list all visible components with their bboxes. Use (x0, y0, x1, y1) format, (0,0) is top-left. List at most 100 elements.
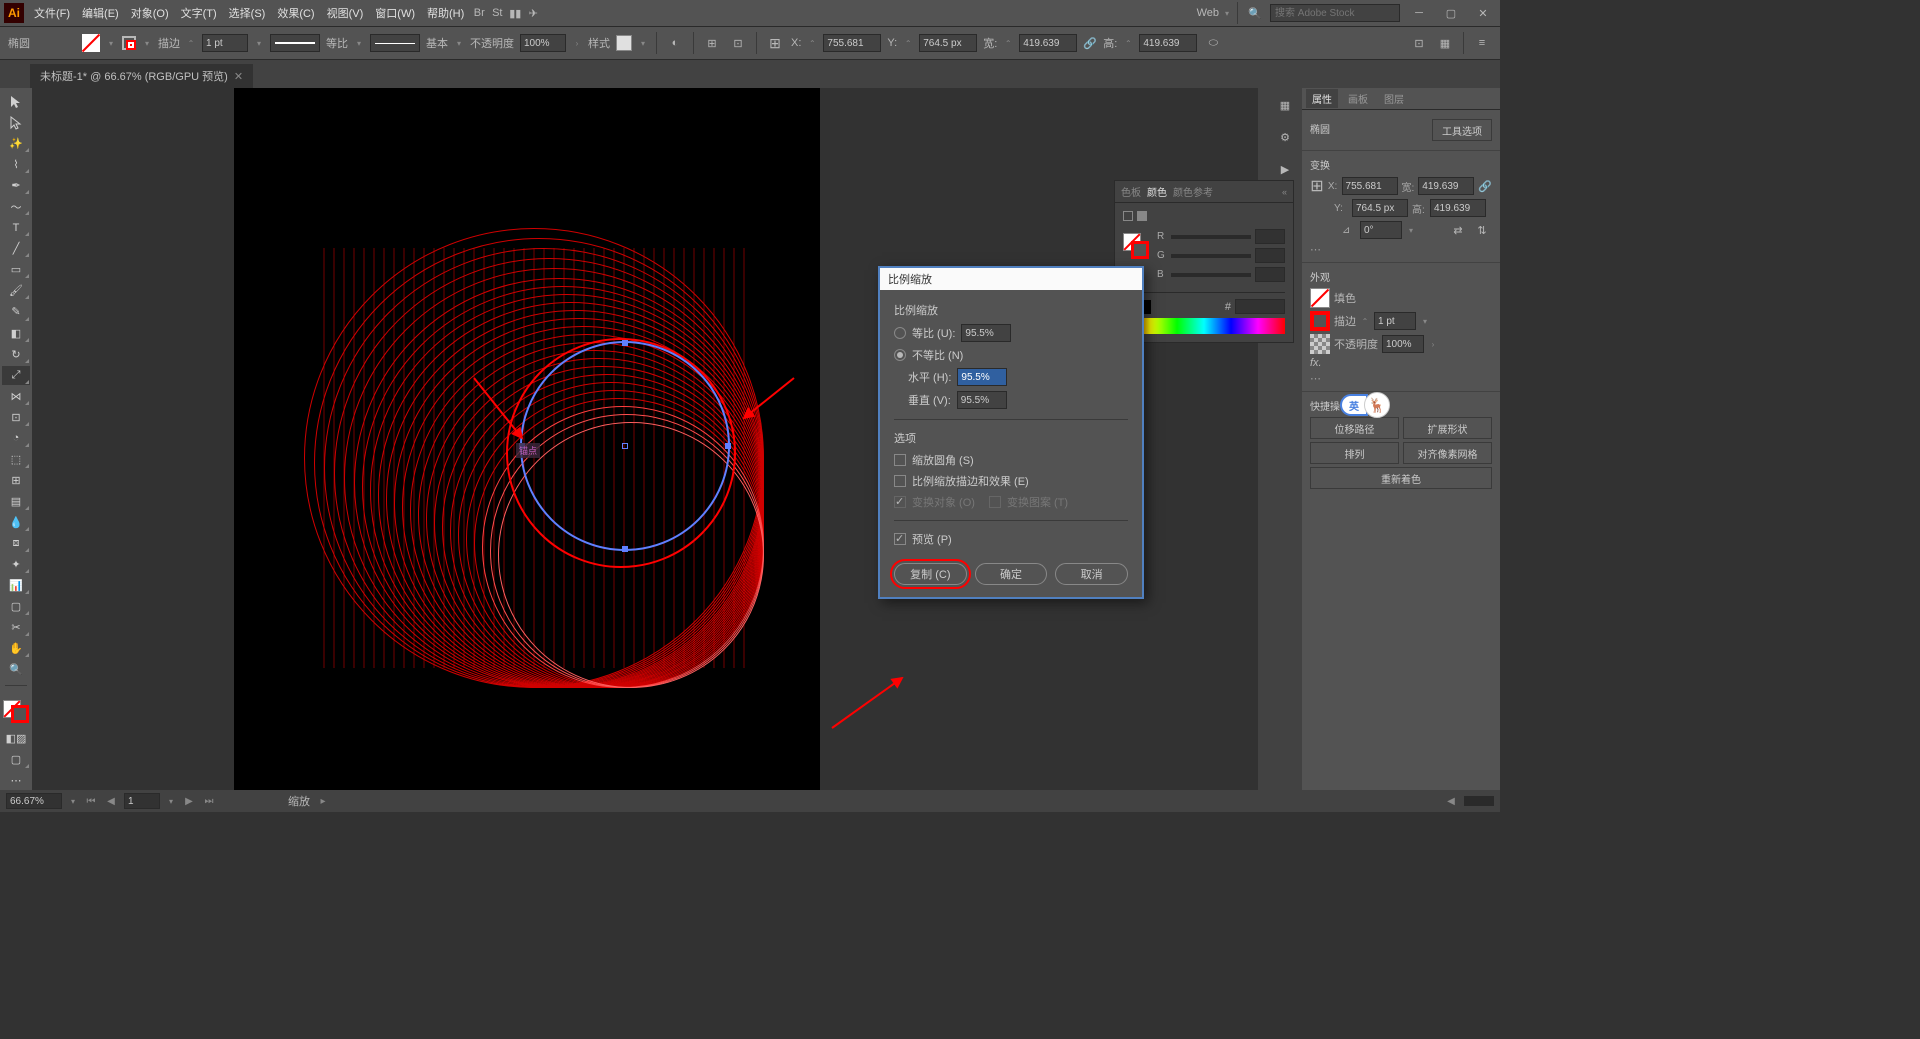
pen-tool[interactable]: ✒ (2, 176, 30, 195)
play-icon[interactable]: ▶ (1274, 158, 1296, 180)
prop-stroke-swatch[interactable] (1310, 311, 1330, 331)
menu-select[interactable]: 选择(S) (223, 5, 272, 21)
prop-x-input[interactable] (1342, 177, 1398, 195)
close-button[interactable]: ✕ (1470, 4, 1496, 22)
ime-indicator[interactable]: 英 🦌 (1340, 392, 1390, 418)
scale-tool[interactable]: ⤢ (2, 366, 30, 385)
link-wh-prop-icon[interactable]: 🔗 (1478, 176, 1492, 196)
g-slider[interactable] (1171, 254, 1251, 258)
screen-mode-tool[interactable]: ▢ (2, 750, 30, 769)
tab-color[interactable]: 颜色 (1147, 184, 1167, 199)
align-pixel-button[interactable]: 对齐像素网格 (1403, 442, 1492, 464)
lasso-tool[interactable]: ⌇ (2, 155, 30, 174)
fill-swatch[interactable] (82, 34, 100, 52)
last-artboard-btn[interactable]: ⏭ (202, 794, 216, 808)
uniform-radio[interactable] (894, 327, 906, 339)
gear-icon[interactable]: ⚙ (1274, 126, 1296, 148)
tab-color-guide[interactable]: 颜色参考 (1173, 184, 1213, 199)
symbol-tool[interactable]: ✦ (2, 555, 30, 574)
menu-type[interactable]: 文字(T) (175, 5, 223, 21)
menu-edit[interactable]: 编辑(E) (76, 5, 125, 21)
zoom-tool[interactable]: 🔍 (2, 660, 30, 679)
r-value[interactable] (1255, 229, 1285, 244)
menu-file[interactable]: 文件(F) (28, 5, 76, 21)
free-transform-tool[interactable]: ⊡ (2, 408, 30, 427)
zoom-combo[interactable]: 66.67% (6, 793, 62, 809)
panel-close-icon[interactable]: « (1282, 187, 1287, 197)
paintbrush-tool[interactable]: 🖌 (2, 281, 30, 300)
menu-help[interactable]: 帮助(H) (421, 5, 470, 21)
isolate-icon[interactable]: ⊡ (1409, 33, 1429, 53)
prop-fill-swatch[interactable] (1310, 288, 1330, 308)
menu-window[interactable]: 窗口(W) (369, 5, 421, 21)
slice-tool[interactable]: ✂ (2, 618, 30, 637)
tab-properties[interactable]: 属性 (1306, 89, 1338, 108)
reference-point-icon[interactable]: ⊞ (765, 33, 785, 53)
color-mode-icon[interactable]: ◧▨ (2, 729, 30, 748)
reference-point-grid[interactable]: ⊞ (1310, 176, 1324, 196)
opacity-input[interactable] (520, 34, 566, 52)
shape-options-icon[interactable]: ⬭ (1203, 33, 1223, 53)
cancel-button[interactable]: 取消 (1055, 563, 1128, 585)
libraries-icon[interactable]: ▦ (1274, 94, 1296, 116)
tab-close-icon[interactable]: ✕ (234, 70, 243, 83)
color-spectrum[interactable] (1123, 318, 1285, 334)
next-artboard-btn[interactable]: ▶ (182, 794, 196, 808)
r-slider[interactable] (1171, 235, 1251, 239)
align-pixel-icon[interactable]: ▦ (1435, 33, 1455, 53)
y-input[interactable] (919, 34, 977, 52)
shaper-tool[interactable]: ✎ (2, 302, 30, 321)
blend-tool[interactable]: ⧈ (2, 534, 30, 553)
rotate-input[interactable] (1360, 221, 1402, 239)
stroke-weight-input[interactable] (202, 34, 248, 52)
uniform-input[interactable] (961, 324, 1011, 342)
preview-check[interactable] (894, 533, 906, 545)
nonuniform-radio[interactable] (894, 349, 906, 361)
search-input[interactable] (1270, 4, 1400, 22)
artboard-nav-input[interactable]: 1 (124, 793, 160, 809)
prop-y-input[interactable] (1352, 199, 1408, 217)
cp-stroke-indicator-icon[interactable] (1137, 211, 1147, 221)
hex-input[interactable] (1235, 299, 1285, 314)
stroke-swatch[interactable] (122, 36, 136, 50)
eyedropper-tool[interactable]: 💧 (2, 513, 30, 532)
bridge-icon[interactable]: Br (470, 4, 488, 22)
ok-button[interactable]: 确定 (975, 563, 1048, 585)
b-value[interactable] (1255, 267, 1285, 282)
flip-h-icon[interactable]: ⇄ (1448, 220, 1468, 240)
transform-icon[interactable]: ⊡ (728, 33, 748, 53)
style-swatch[interactable] (616, 35, 632, 51)
document-tab[interactable]: 未标题-1* @ 66.67% (RGB/GPU 预览) ✕ (30, 64, 253, 88)
width-tool[interactable]: ⋈ (2, 387, 30, 406)
selection-tool[interactable] (2, 92, 30, 111)
rectangle-tool[interactable]: ▭ (2, 260, 30, 279)
transform-more-icon[interactable]: ⋯ (1310, 243, 1492, 256)
offset-path-button[interactable]: 位移路径 (1310, 417, 1399, 439)
prev-artboard-btn[interactable]: ◀ (104, 794, 118, 808)
expand-shape-button[interactable]: 扩展形状 (1403, 417, 1492, 439)
h-input[interactable] (1139, 34, 1197, 52)
tab-artboards[interactable]: 画板 (1342, 89, 1374, 108)
cp-fill-stroke[interactable] (1123, 233, 1149, 259)
link-wh-icon[interactable]: 🔗 (1083, 33, 1097, 53)
edit-toolbar-icon[interactable]: ⋯ (2, 771, 30, 790)
h-scrollbar[interactable] (1464, 796, 1494, 806)
curvature-tool[interactable]: ～ (2, 197, 30, 216)
artboard-tool[interactable]: ▢ (2, 597, 30, 616)
hand-tool[interactable]: ✋ (2, 639, 30, 658)
scroll-left-btn[interactable]: ◀ (1444, 794, 1458, 808)
prop-stroke-weight[interactable] (1374, 312, 1416, 330)
menu-view[interactable]: 视图(V) (321, 5, 370, 21)
recolor-icon[interactable]: ◐ (665, 33, 685, 53)
copy-button[interactable]: 复制 (C) (894, 563, 967, 585)
search-icon[interactable]: 🔍 (1246, 4, 1264, 22)
mesh-tool[interactable]: ⊞ (2, 471, 30, 490)
tool-options-button[interactable]: 工具选项 (1432, 119, 1492, 141)
fill-stroke-swatch[interactable] (3, 700, 29, 723)
line-tool[interactable]: ╱ (2, 239, 30, 258)
fx-label[interactable]: fx. (1310, 357, 1322, 369)
brush-select[interactable] (370, 34, 420, 52)
gradient-tool[interactable]: ▤ (2, 492, 30, 511)
maximize-button[interactable]: ▢ (1438, 4, 1464, 22)
x-input[interactable] (823, 34, 881, 52)
